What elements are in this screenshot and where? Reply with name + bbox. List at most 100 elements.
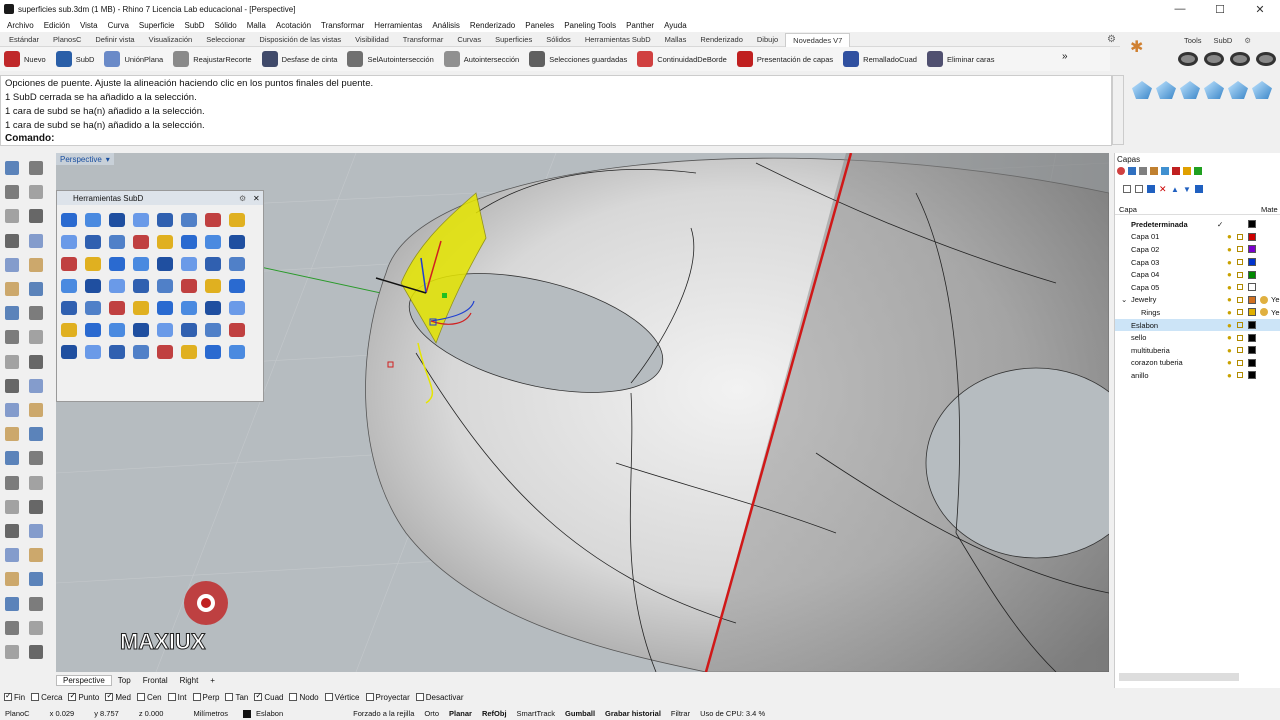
checkbox-icon[interactable] [167, 693, 176, 701]
gem-icon[interactable] [1204, 81, 1224, 99]
subd-tool-icon[interactable] [59, 297, 79, 319]
status-cplane[interactable]: PlanoC [0, 709, 35, 718]
subd-tool-icon[interactable] [107, 275, 127, 297]
lock-icon[interactable] [1237, 233, 1243, 240]
subd-tool-icon[interactable] [155, 209, 175, 231]
left-tool-icon[interactable] [29, 403, 43, 417]
lock-icon[interactable] [1237, 347, 1243, 354]
subd-tool-icon[interactable] [83, 209, 103, 231]
layer-row[interactable]: anillo ● [1115, 369, 1280, 382]
properties-icon[interactable] [1139, 167, 1147, 175]
subd-tool-icon[interactable] [83, 341, 103, 363]
osnap-vértice[interactable]: Vértice [324, 693, 360, 702]
lightbulb-icon[interactable]: ● [1227, 321, 1232, 330]
gem-icon[interactable] [1132, 81, 1152, 99]
toolbar-button-reajustarrecorte[interactable]: ReajustarRecorte [173, 51, 252, 67]
subd-tool-icon[interactable] [203, 275, 223, 297]
checkbox-icon[interactable] [31, 693, 40, 701]
subd-tool-icon[interactable] [131, 209, 151, 231]
subd-tool-icon[interactable] [131, 341, 151, 363]
subd-tool-icon[interactable] [131, 297, 151, 319]
toolbar-button-continuidaddeborde[interactable]: ContinuidadDeBorde [637, 51, 727, 67]
left-tool-icon[interactable] [29, 451, 43, 466]
layer-row[interactable]: Eslabon ● [1115, 318, 1280, 332]
menu-item-edición[interactable]: Edición [39, 21, 75, 30]
layer-row[interactable]: Predeterminada ✓ [1115, 218, 1280, 231]
layer-color-swatch[interactable] [1248, 346, 1256, 355]
lock-icon[interactable] [1237, 259, 1243, 266]
osnap-nodo[interactable]: Nodo [289, 693, 319, 702]
lightbulb-icon[interactable]: ● [1227, 308, 1232, 317]
delete-icon[interactable]: ✕ [1159, 185, 1167, 194]
tab-subd[interactable]: SubD [1208, 36, 1239, 45]
osnap-cerca[interactable]: Cerca [31, 693, 62, 702]
checkbox-icon[interactable] [324, 693, 333, 701]
tab-renderizado[interactable]: Renderizado [693, 33, 750, 47]
history-scrollbar[interactable] [1112, 75, 1124, 145]
command-prompt[interactable]: Comando: [0, 131, 1112, 146]
subd-tool-icon[interactable] [107, 231, 127, 253]
subd-tool-icon[interactable] [179, 275, 199, 297]
left-tool-icon[interactable] [29, 330, 43, 345]
menu-item-malla[interactable]: Malla [242, 21, 271, 30]
filter-icon[interactable] [1195, 185, 1203, 193]
subd-tool-icon[interactable] [83, 297, 103, 319]
layer-row[interactable]: Capa 01 ● [1115, 231, 1280, 244]
subd-tool-icon[interactable] [59, 209, 79, 231]
status-planar[interactable]: Planar [444, 709, 477, 718]
lock-icon[interactable] [1237, 284, 1243, 291]
gear-icon[interactable]: ⚙ [239, 194, 246, 203]
menu-item-panther[interactable]: Panther [621, 21, 659, 30]
subd-tool-icon[interactable] [59, 275, 79, 297]
left-tool-icon[interactable] [5, 403, 19, 417]
subd-tool-icon[interactable] [107, 319, 127, 341]
subd-tool-icon[interactable] [179, 297, 199, 319]
left-tool-icon[interactable] [5, 161, 19, 175]
osnap-fin[interactable]: Fin [4, 691, 25, 702]
tab-planosc[interactable]: PlanosC [46, 33, 88, 47]
subd-tool-icon[interactable] [203, 253, 223, 275]
subd-tool-icon[interactable] [203, 231, 223, 253]
tab-top[interactable]: Top [112, 676, 137, 685]
osnap-cuad[interactable]: Cuad [254, 691, 283, 702]
left-tool-icon[interactable] [5, 209, 19, 224]
subd-tool-icon[interactable] [203, 319, 223, 341]
lock-icon[interactable] [1237, 372, 1243, 379]
subd-tool-icon[interactable] [59, 341, 79, 363]
left-tool-icon[interactable] [5, 354, 19, 369]
subd-tool-icon[interactable] [59, 319, 79, 341]
subd-tool-icon[interactable] [83, 231, 103, 253]
menu-item-curva[interactable]: Curva [103, 21, 134, 30]
toolbar-button-presentación-de-capas[interactable]: Presentación de capas [736, 51, 833, 67]
new-layer-icon[interactable] [1147, 185, 1155, 193]
left-tool-icon[interactable] [5, 645, 19, 659]
tab-superficies[interactable]: Superficies [488, 33, 539, 47]
layer-row[interactable]: Capa 02 ● [1115, 243, 1280, 256]
status-units[interactable]: Milímetros [188, 709, 233, 718]
lightbulb-icon[interactable]: ● [1227, 270, 1232, 279]
layer-color-swatch[interactable] [1248, 333, 1256, 342]
tab-frontal[interactable]: Frontal [137, 676, 174, 685]
lock-icon[interactable] [1237, 309, 1243, 316]
tab-transformar[interactable]: Transformar [396, 33, 451, 47]
tab-herramientas-subd[interactable]: Herramientas SubD [578, 33, 658, 47]
subd-tool-icon[interactable] [179, 341, 199, 363]
lightbulb-icon[interactable]: ● [1227, 333, 1232, 342]
environment-icon[interactable] [1194, 167, 1202, 175]
layer-color-swatch[interactable] [1248, 308, 1256, 317]
layer-row[interactable]: Capa 05 ● [1115, 281, 1280, 294]
subd-tool-icon[interactable] [107, 209, 127, 231]
subd-tool-icon[interactable] [83, 319, 103, 341]
move-up-icon[interactable]: ▲ [1171, 185, 1179, 194]
left-tool-icon[interactable] [5, 306, 19, 321]
ring-icon[interactable] [1204, 52, 1224, 66]
left-tool-icon[interactable] [29, 524, 43, 538]
subd-tool-icon[interactable] [107, 341, 127, 363]
checkbox-icon[interactable] [415, 693, 424, 701]
subd-tool-icon[interactable] [155, 341, 175, 363]
layer-row[interactable]: corazon tuberia ● [1115, 357, 1280, 370]
tab-visualización[interactable]: Visualización [142, 33, 200, 47]
lock-icon[interactable] [1237, 296, 1243, 303]
lock-icon[interactable] [1237, 359, 1243, 366]
checkbox-icon[interactable] [254, 691, 263, 701]
